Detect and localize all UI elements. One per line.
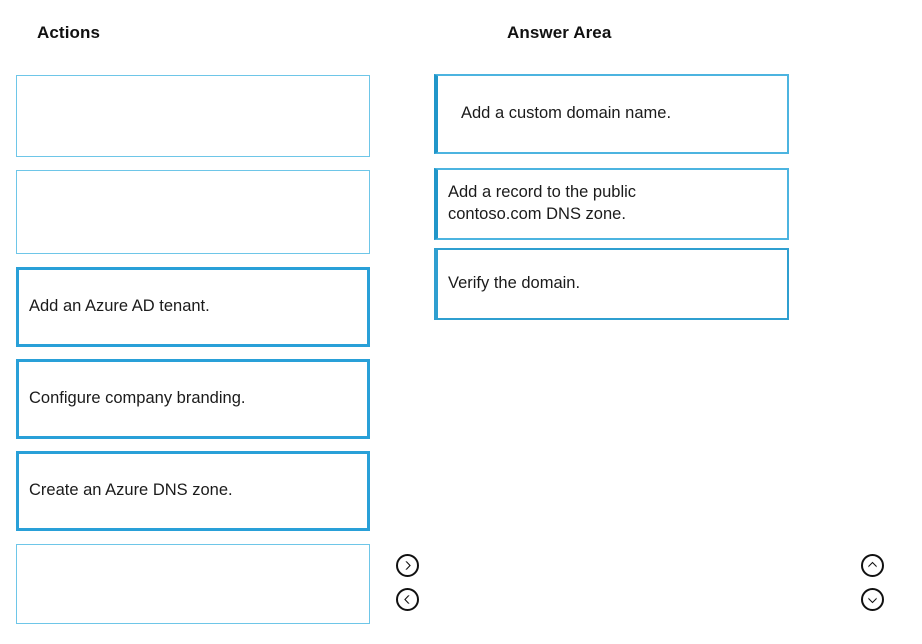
action-tile-label: Add an Azure AD tenant. [29, 297, 210, 316]
chevron-up-icon [867, 560, 878, 571]
chevron-down-icon [867, 594, 878, 605]
drag-drop-question: Actions Answer Area Add an Azure AD tena… [0, 0, 922, 644]
answer-tile-label: Verify the domain. [448, 274, 581, 293]
move-down-button[interactable] [861, 588, 884, 611]
action-tile[interactable]: Create an Azure DNS zone. [16, 451, 370, 531]
answer-tile-label: Add a record to the public contoso.com D… [448, 183, 637, 223]
action-slot-empty[interactable] [16, 75, 370, 157]
action-tile[interactable]: Configure company branding. [16, 359, 370, 439]
move-right-button[interactable] [396, 554, 419, 577]
action-slot-empty[interactable] [16, 170, 370, 254]
action-tile[interactable]: Add an Azure AD tenant. [16, 267, 370, 347]
action-tile-label: Configure company branding. [29, 389, 246, 408]
answer-tile[interactable]: Add a record to the public contoso.com D… [434, 168, 789, 240]
answer-tile[interactable]: Add a custom domain name. [434, 74, 789, 154]
move-up-button[interactable] [861, 554, 884, 577]
actions-column-header: Actions [37, 23, 101, 42]
chevron-right-icon [402, 560, 413, 571]
chevron-left-icon [402, 594, 413, 605]
answer-tile[interactable]: Verify the domain. [434, 248, 789, 320]
answer-tile-label: Add a custom domain name. [461, 104, 672, 123]
action-slot-empty[interactable] [16, 544, 370, 624]
action-tile-label: Create an Azure DNS zone. [29, 481, 233, 500]
answer-area-column-header: Answer Area [507, 23, 612, 42]
move-left-button[interactable] [396, 588, 419, 611]
